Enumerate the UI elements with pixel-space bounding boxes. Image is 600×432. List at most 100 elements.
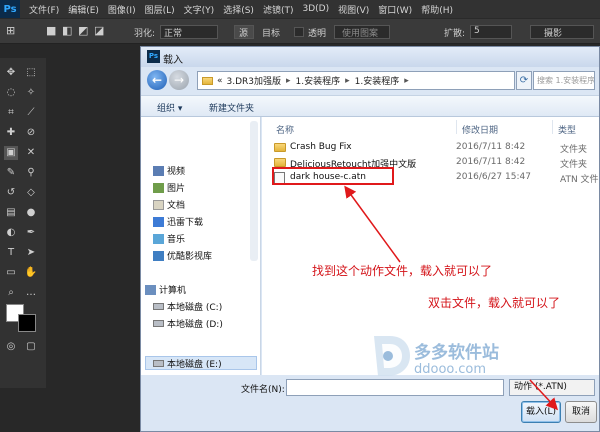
nav-item-music[interactable]: 音乐 xyxy=(167,232,185,245)
breadcrumb-dr3[interactable]: 3.DR3加强版 xyxy=(227,74,282,87)
nav-item-documents[interactable]: 文档 xyxy=(167,198,185,211)
breadcrumb-chevron-icon: ▸ xyxy=(345,75,350,86)
back-arrow-icon[interactable]: ← xyxy=(147,70,167,90)
breadcrumb-install-1[interactable]: 1.安装程序 xyxy=(296,74,341,87)
dialog-footer: 文件名(N): 动作 (*.ATN) 载入(L) 取消 xyxy=(141,375,599,431)
filename-input[interactable] xyxy=(286,379,504,396)
navigation-pane: 视频 图片 文档 迅雷下载 音乐 优酷影视库 计算机 本地磁盘 (C:) 本地磁… xyxy=(141,117,261,375)
column-type[interactable]: 类型 xyxy=(558,123,576,136)
drive-icon xyxy=(153,360,164,367)
navigation-row: ← → « 3.DR3加强版 ▸ 1.安装程序 ▸ 1.安装程序 ▸ ⟳ 搜索 … xyxy=(141,67,599,95)
column-separator xyxy=(456,120,457,134)
paint-brush-icon[interactable]: ✎ xyxy=(4,166,18,180)
file-date: 2016/7/11 8:42 xyxy=(456,157,526,167)
folder-icon xyxy=(274,143,286,152)
pen-tool-icon[interactable]: ✒ xyxy=(24,226,38,240)
drive-icon xyxy=(153,320,164,327)
cancel-button[interactable]: 取消 xyxy=(565,401,597,423)
transparent-label: 透明 xyxy=(308,29,327,39)
nav-scrollbar[interactable] xyxy=(250,121,258,261)
menu-select[interactable]: 选择(S) xyxy=(223,3,254,16)
eraser-icon[interactable]: ◇ xyxy=(24,186,38,200)
style-value: 正常 xyxy=(164,29,183,39)
shape-tool-icon[interactable]: ▭ xyxy=(4,266,18,280)
marquee-tool-icon[interactable]: ⬚ xyxy=(24,66,38,80)
gradient-tool-icon[interactable]: ▤ xyxy=(4,206,18,220)
file-name: Crash Bug Fix xyxy=(290,142,352,152)
clone-stamp-icon[interactable]: ⚲ xyxy=(24,166,38,180)
menu-edit[interactable]: 编辑(E) xyxy=(68,3,99,16)
picture-icon xyxy=(153,183,164,193)
nav-item-youku-library[interactable]: 优酷影视库 xyxy=(167,249,212,262)
menu-type[interactable]: 文字(Y) xyxy=(184,3,215,16)
type-tool-icon[interactable]: T xyxy=(4,246,18,260)
transparent-checkbox[interactable] xyxy=(294,27,304,37)
crop-tool-icon[interactable]: ⌗ xyxy=(4,106,18,120)
column-separator xyxy=(552,120,553,134)
organize-button[interactable]: 组织 ▾ xyxy=(157,101,182,114)
column-name[interactable]: 名称 xyxy=(276,123,294,136)
refresh-icon[interactable]: ⟳ xyxy=(516,71,532,90)
healing-brush-icon[interactable]: ✚ xyxy=(4,126,18,140)
menu-file[interactable]: 文件(F) xyxy=(29,3,59,16)
magic-wand-icon[interactable]: ✧ xyxy=(24,86,38,100)
menu-3d[interactable]: 3D(D) xyxy=(302,4,329,14)
content-aware-move-icon[interactable]: ✕ xyxy=(24,146,38,160)
menu-view[interactable]: 视图(V) xyxy=(338,3,369,16)
lasso-tool-icon[interactable]: ◌ xyxy=(4,86,18,100)
path-selection-icon[interactable]: ➤ xyxy=(24,246,38,260)
filename-label: 文件名(N): xyxy=(241,385,285,395)
nav-item-computer[interactable]: 计算机 xyxy=(159,283,186,296)
menu-layer[interactable]: 图层(L) xyxy=(145,3,175,16)
hand-tool-icon[interactable]: ✋ xyxy=(24,266,38,280)
menu-filter[interactable]: 滤镜(T) xyxy=(263,3,294,16)
nav-item-thunder-download[interactable]: 迅雷下载 xyxy=(167,215,203,228)
new-selection-icon[interactable]: ■ xyxy=(46,24,56,37)
intersect-selection-icon[interactable]: ◪ xyxy=(94,24,104,37)
brush-tool-icon[interactable]: ▣ xyxy=(4,146,18,160)
photoshop-icon: Ps xyxy=(147,50,160,63)
new-folder-button[interactable]: 新建文件夹 xyxy=(209,101,254,114)
breadcrumb-install-2[interactable]: 1.安装程序 xyxy=(355,74,400,87)
more-tools-icon[interactable]: … xyxy=(24,286,38,300)
filetype-select[interactable]: 动作 (*.ATN) xyxy=(509,379,595,396)
move-tool-icon[interactable]: ⊞ xyxy=(6,24,15,37)
file-row[interactable]: Crash Bug Fix 2016/7/11 8:42 文件夹 xyxy=(270,141,596,155)
forward-arrow-icon[interactable]: → xyxy=(169,70,189,90)
quick-mask-icon[interactable]: ◎ xyxy=(4,340,18,354)
drive-icon xyxy=(153,303,164,310)
address-overflow[interactable]: « xyxy=(217,76,223,86)
dodge-tool-icon[interactable]: ◐ xyxy=(4,226,18,240)
column-date[interactable]: 修改日期 xyxy=(462,123,498,136)
nav-item-drive-d[interactable]: 本地磁盘 (D:) xyxy=(167,317,223,330)
move-tool-icon[interactable]: ✥ xyxy=(4,66,18,80)
load-button[interactable]: 载入(L) xyxy=(521,401,561,423)
add-selection-icon[interactable]: ◧ xyxy=(62,24,72,37)
file-type: 文件夹 xyxy=(560,145,588,155)
source-label: 源 xyxy=(239,29,249,39)
nav-item-videos[interactable]: 视频 xyxy=(167,164,185,177)
background-color-swatch[interactable] xyxy=(18,314,36,332)
annotation-highlight-box xyxy=(272,167,394,185)
patch-tool-icon[interactable]: ⊘ xyxy=(24,126,38,140)
address-bar[interactable]: « 3.DR3加强版 ▸ 1.安装程序 ▸ 1.安装程序 ▸ xyxy=(197,71,515,90)
menu-image[interactable]: 图像(I) xyxy=(108,3,136,16)
options-bar: ⊞ ■ ◧ ◩ ◪ 羽化: 正常 源 目标 透明 使用图案 扩散: 5 摄影 xyxy=(0,18,600,44)
nav-item-drive-c[interactable]: 本地磁盘 (C:) xyxy=(167,300,222,313)
nav-item-drive-e[interactable]: 本地磁盘 (E:) xyxy=(167,357,222,370)
subtract-selection-icon[interactable]: ◩ xyxy=(78,24,88,37)
menu-window[interactable]: 窗口(W) xyxy=(378,3,412,16)
search-input[interactable]: 搜索 1.安装程序 xyxy=(533,71,595,90)
file-date: 2016/7/11 8:42 xyxy=(456,142,526,152)
dialog-titlebar[interactable]: Ps 载入 xyxy=(141,47,599,67)
computer-icon xyxy=(145,285,156,295)
menu-help[interactable]: 帮助(H) xyxy=(421,3,453,16)
screen-mode-icon[interactable]: ▢ xyxy=(24,340,38,354)
history-brush-icon[interactable]: ↺ xyxy=(4,186,18,200)
zoom-tool-icon[interactable]: ⌕ xyxy=(4,286,18,300)
target-label[interactable]: 目标 xyxy=(262,26,280,39)
nav-item-pictures[interactable]: 图片 xyxy=(167,181,185,194)
eyedropper-icon[interactable]: ⟋ xyxy=(24,106,38,120)
blur-tool-icon[interactable]: ● xyxy=(24,206,38,220)
watermark-text: 多多软件站 xyxy=(414,343,499,363)
